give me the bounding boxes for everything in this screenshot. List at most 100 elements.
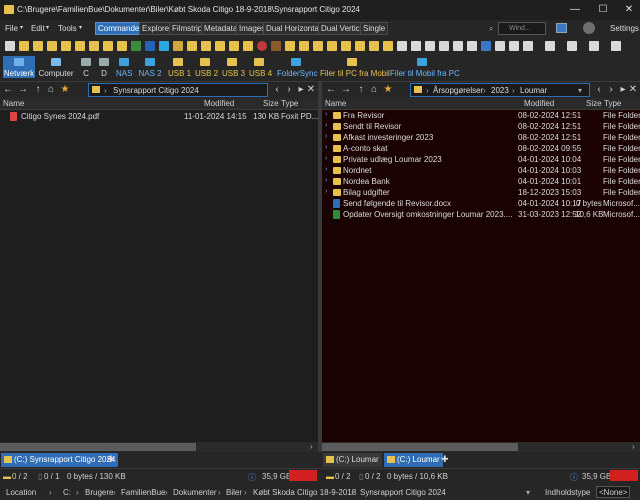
tab-right-loumar-1[interactable]: (C:) Loumar (323, 453, 382, 467)
table-row[interactable]: › Afkast investeringer 2023 08-02-2024 12:… (322, 132, 640, 143)
close-icon[interactable]: ✕ (628, 84, 638, 95)
table-row[interactable]: › Nordea Bank 04-01-2024 10:01 File Folder (322, 176, 640, 187)
chevron-right-icon[interactable]: › (325, 188, 327, 195)
folder-icon[interactable] (61, 41, 71, 51)
column-type[interactable]: Type (604, 99, 621, 108)
info-icon[interactable]: ⓘ (248, 472, 256, 483)
folder-icon[interactable] (369, 41, 379, 51)
folder-icon[interactable] (89, 41, 99, 51)
drive-usb-3[interactable]: USB 3 (222, 56, 245, 78)
chevron-right-icon[interactable]: › (325, 133, 327, 140)
drive-usb-4[interactable]: USB 4 (249, 56, 272, 78)
breadcrumb-arsopgorelser[interactable]: Årsopgørelser (433, 86, 483, 95)
cloud-icon[interactable] (159, 41, 169, 51)
view-icon[interactable] (481, 41, 491, 51)
right-scrollbar-thumb[interactable] (322, 443, 518, 451)
table-row[interactable]: Citigo Synes 2024.pdf 11-01-2024 14:15 1… (0, 111, 318, 122)
search-input[interactable]: Wind... (498, 22, 546, 35)
info-icon[interactable]: ⓘ (570, 472, 578, 483)
folder-icon[interactable] (47, 41, 57, 51)
drive-nas-2[interactable]: NAS 2 (138, 56, 162, 78)
column-name[interactable]: Name (325, 99, 346, 108)
tab-left-synsrapport[interactable]: (C:) Synsrapport Citigo 2024 (1, 453, 119, 467)
menu-file[interactable]: File (5, 24, 18, 33)
breadcrumb-loumar[interactable]: Loumar (520, 86, 547, 95)
gear-icon[interactable] (583, 22, 595, 34)
home-icon[interactable]: ⌂ (46, 84, 56, 95)
mode-commander[interactable]: Commander (95, 22, 146, 35)
folder-icon[interactable] (313, 41, 323, 51)
folder-icon[interactable] (243, 41, 253, 51)
breadcrumb-2023[interactable]: 2023 (491, 86, 509, 95)
up-arrow-icon[interactable]: ↑ (356, 84, 366, 95)
chevron-right-icon[interactable]: › (325, 155, 327, 162)
column-size[interactable]: Size (263, 99, 279, 108)
copy-icon[interactable] (397, 41, 407, 51)
close-icon[interactable]: ✕ (306, 84, 316, 95)
add-tab-icon[interactable]: ✚ (441, 454, 449, 465)
maximize-button[interactable]: ☐ (596, 3, 610, 17)
chevron-down-icon[interactable]: ▾ (526, 488, 530, 497)
chevron-right-icon[interactable]: › (325, 166, 327, 173)
drive-usb-1[interactable]: USB 1 (168, 56, 191, 78)
location-crumb-c[interactable]: C: (63, 488, 71, 497)
view-icon[interactable] (611, 41, 621, 51)
location-crumb-dokumenter[interactable]: Dokumenter (173, 488, 217, 497)
location-crumb-biler[interactable]: Biler (226, 488, 242, 497)
star-icon[interactable]: ★ (60, 84, 70, 95)
archive-icon[interactable] (271, 41, 281, 51)
column-name[interactable]: Name (3, 99, 24, 108)
view-icon[interactable] (509, 41, 519, 51)
scroll-right-icon[interactable]: › (310, 442, 313, 451)
location-crumb-synsrapport[interactable]: Synsrapport Citigo 2024 (360, 488, 446, 497)
folder-icon[interactable] (383, 41, 393, 51)
table-row[interactable]: › Bilag udgifter 18-12-2023 15:03 File Fold… (322, 187, 640, 198)
column-type[interactable]: Type (281, 99, 298, 108)
home-icon[interactable]: ⌂ (369, 84, 379, 95)
close-button[interactable]: ✕ (622, 3, 636, 17)
view-icon[interactable] (439, 41, 449, 51)
drive-nas[interactable]: NAS (116, 56, 132, 78)
folder-icon[interactable] (117, 41, 127, 51)
folder-icon[interactable] (215, 41, 225, 51)
refresh-icon[interactable] (131, 41, 141, 51)
mode-dual-horizontal[interactable]: Dual Horizontal (263, 22, 324, 35)
menu-edit[interactable]: Edit (31, 24, 45, 33)
settings-button[interactable]: Settings (610, 24, 639, 33)
folder-icon[interactable] (299, 41, 309, 51)
right-file-list[interactable]: › Fra Revisor 08-02-2024 12:51 File Folder … (322, 110, 640, 442)
drive-computer[interactable]: Computer (38, 56, 74, 78)
left-path-field[interactable]: › Synsrapport Citigo 2024 (88, 83, 268, 97)
menu-icon[interactable]: ▸ (296, 84, 306, 95)
drive-usb-2[interactable]: USB 2 (195, 56, 218, 78)
table-row[interactable]: › Nordnet 04-01-2024 10:03 File Folder (322, 165, 640, 176)
view-icon[interactable] (523, 41, 533, 51)
scroll-right-icon[interactable]: › (632, 442, 635, 451)
left-scrollbar-thumb[interactable] (0, 443, 196, 451)
table-row[interactable]: › Private udlæg Loumar 2023 04-01-2024 10:… (322, 154, 640, 165)
folder-icon[interactable] (201, 41, 211, 51)
folder-icon[interactable] (229, 41, 239, 51)
drive-icon[interactable] (173, 41, 183, 51)
view-icon[interactable] (495, 41, 505, 51)
menu-tools[interactable]: Tools (58, 24, 77, 33)
stop-icon[interactable] (257, 41, 267, 51)
mode-metadata[interactable]: Metadata (201, 22, 241, 35)
table-row[interactable]: Opdater Oversigt omkostninger Loumar 202… (322, 209, 640, 220)
view-icon[interactable] (425, 41, 435, 51)
layout-icon[interactable] (556, 23, 567, 33)
view-icon[interactable] (545, 41, 555, 51)
folder-icon[interactable] (75, 41, 85, 51)
folder-icon[interactable] (355, 41, 365, 51)
tab-right-loumar-2[interactable]: (C:) Loumar (384, 453, 443, 467)
drive-icon[interactable] (145, 41, 155, 51)
back-arrow-icon[interactable]: ← (326, 84, 336, 95)
content-type-select[interactable]: <None> (596, 486, 631, 498)
chevron-down-icon[interactable]: ▾ (578, 86, 582, 95)
folder-icon[interactable] (103, 41, 113, 51)
drive-c[interactable]: C (80, 56, 92, 78)
chevron-left-icon[interactable]: ‹ (272, 84, 282, 95)
chevron-right-icon[interactable]: › (325, 122, 327, 129)
drive-d[interactable]: D (98, 56, 110, 78)
view-icon[interactable] (453, 41, 463, 51)
